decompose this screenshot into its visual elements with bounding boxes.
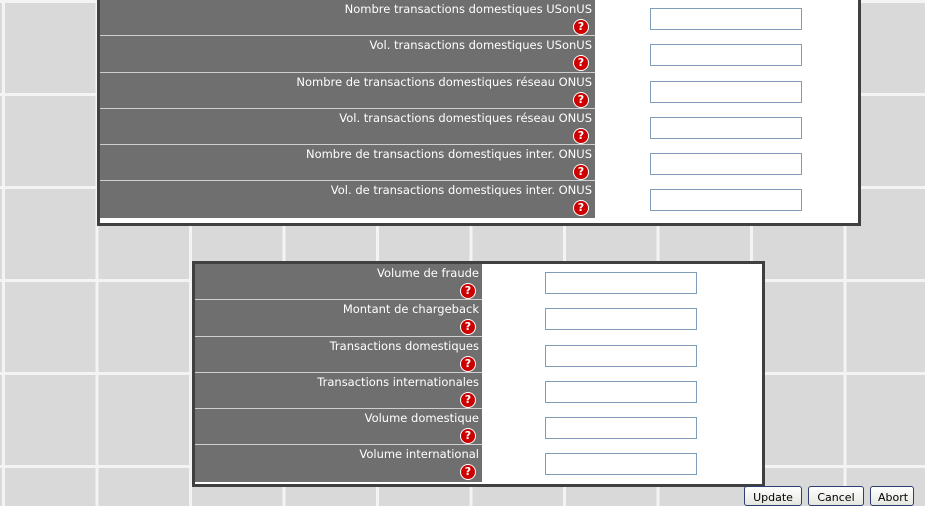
field-label-cell: Nombre de transactions domestiques résea…: [100, 72, 595, 109]
fraud-volume-form-table: Volume de fraude ? Montant de chargeback…: [192, 261, 765, 487]
domestic-inter-onus-volume-input[interactable]: [650, 189, 802, 212]
domestic-transactions-input[interactable]: [545, 344, 697, 367]
field-label: Nombre de transactions domestiques inter…: [305, 147, 592, 162]
international-volume-input[interactable]: [545, 453, 697, 476]
form-row: Vol. de transactions domestiques inter. …: [100, 181, 858, 218]
abort-button[interactable]: Abort: [870, 486, 914, 506]
field-label-cell: Volume domestique ?: [195, 409, 482, 446]
field-label-cell: Vol. transactions domestiques réseau ONU…: [100, 108, 595, 146]
form-row: Transactions domestiques ?: [195, 336, 762, 373]
field-label: Volume domestique: [364, 411, 479, 426]
form-row: Volume domestique ?: [195, 409, 762, 446]
help-icon[interactable]: ?: [461, 392, 475, 407]
field-label: Volume international: [359, 447, 479, 462]
field-label: Nombre transactions domestiques USonUS: [344, 2, 592, 16]
transactions-form-table: Nombre transactions domestiques USonUS ?…: [97, 0, 861, 226]
field-label-cell: Volume international ?: [195, 445, 482, 482]
help-icon[interactable]: ?: [461, 320, 475, 335]
help-icon[interactable]: ?: [461, 284, 475, 298]
field-label-cell: Nombre de transactions domestiques inter…: [100, 145, 595, 182]
domestic-volume-input[interactable]: [545, 417, 697, 440]
domestic-inter-onus-count-input[interactable]: [650, 153, 802, 176]
chargeback-amount-input[interactable]: [545, 308, 697, 331]
field-label: Volume de fraude: [377, 266, 479, 280]
field-label: Montant de chargeback: [342, 302, 479, 317]
form-row: Volume de fraude ?: [195, 264, 762, 301]
help-icon[interactable]: ?: [574, 128, 588, 143]
field-label-cell: Vol. transactions domestiques USonUS ?: [100, 36, 595, 73]
help-icon[interactable]: ?: [574, 56, 588, 71]
international-transactions-input[interactable]: [545, 380, 697, 403]
field-label-cell: Transactions internationales ?: [195, 372, 482, 410]
help-icon[interactable]: ?: [461, 429, 475, 444]
field-label: Vol. de transactions domestiques inter. …: [330, 183, 592, 198]
form-row: Nombre de transactions domestiques inter…: [100, 145, 858, 182]
help-icon[interactable]: ?: [461, 356, 475, 371]
update-button[interactable]: Update: [744, 486, 802, 506]
form-row: Vol. transactions domestiques réseau ONU…: [100, 108, 858, 146]
field-label-cell: Montant de chargeback ?: [195, 300, 482, 337]
field-label-cell: Volume de fraude ?: [195, 264, 482, 301]
domestic-network-onus-volume-input[interactable]: [650, 116, 802, 139]
help-icon[interactable]: ?: [574, 201, 588, 216]
help-icon[interactable]: ?: [461, 465, 475, 480]
cancel-button[interactable]: Cancel: [808, 486, 864, 506]
fraud-volume-input[interactable]: [545, 272, 697, 294]
form-row: Nombre transactions domestiques USonUS ?: [100, 0, 858, 37]
field-label: Transactions domestiques: [329, 338, 479, 353]
field-label-cell: Transactions domestiques ?: [195, 336, 482, 373]
form-row: Montant de chargeback ?: [195, 300, 762, 337]
form-row: Transactions internationales ?: [195, 372, 762, 410]
help-icon[interactable]: ?: [574, 20, 588, 34]
domestic-usonus-volume-input[interactable]: [650, 44, 802, 67]
field-label-cell: Nombre transactions domestiques USonUS ?: [100, 0, 595, 37]
help-icon[interactable]: ?: [574, 165, 588, 180]
help-icon[interactable]: ?: [574, 92, 588, 107]
form-row: Nombre de transactions domestiques résea…: [100, 72, 858, 109]
domestic-usonus-count-input[interactable]: [650, 8, 802, 30]
field-label: Nombre de transactions domestiques résea…: [296, 74, 592, 89]
field-label: Vol. transactions domestiques réseau ONU…: [339, 110, 592, 125]
field-label-cell: Vol. de transactions domestiques inter. …: [100, 181, 595, 218]
field-label: Transactions internationales: [317, 374, 479, 389]
form-row: Volume international ?: [195, 445, 762, 482]
domestic-network-onus-count-input[interactable]: [650, 80, 802, 103]
field-label: Vol. transactions domestiques USonUS: [369, 38, 592, 53]
form-row: Vol. transactions domestiques USonUS ?: [100, 36, 858, 73]
